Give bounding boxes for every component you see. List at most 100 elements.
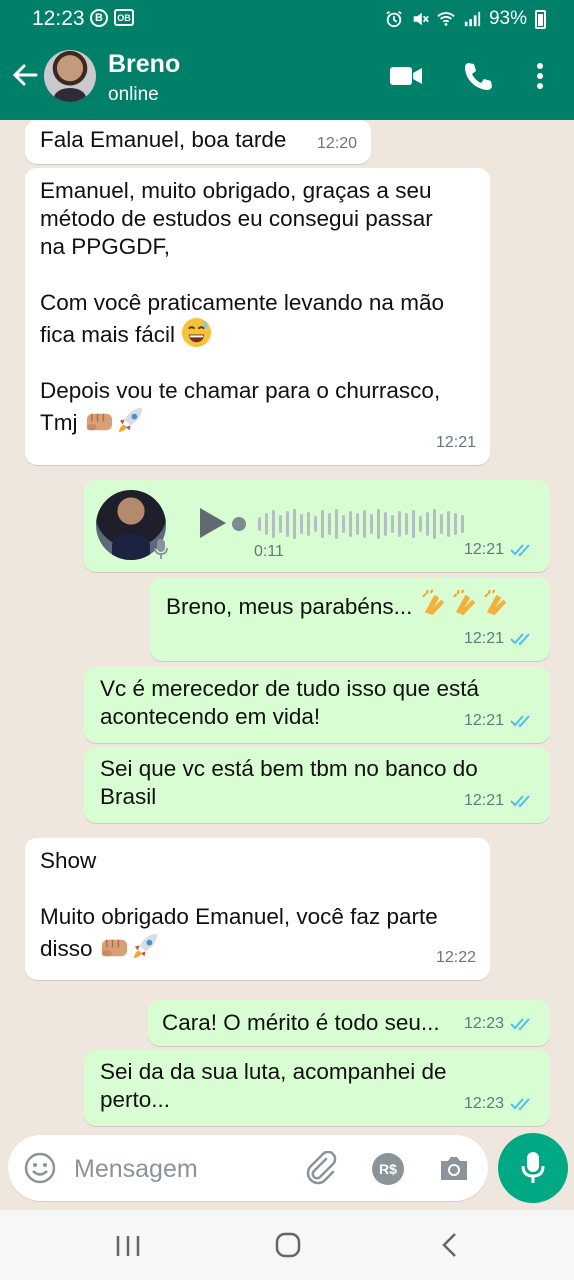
play-icon[interactable] xyxy=(196,506,228,540)
fist-bump-emoji-icon xyxy=(86,413,112,431)
read-receipt-icon xyxy=(510,1018,530,1031)
waveform-bar xyxy=(440,514,443,534)
time-label: 12:20 xyxy=(316,135,357,152)
waveform-bar xyxy=(461,515,464,533)
battery-percent: 93% xyxy=(488,8,527,29)
message-text: Cara! O mérito é todo seu... xyxy=(162,1010,440,1035)
message-time: 12:21 xyxy=(436,429,476,457)
waveform-bar xyxy=(314,516,317,532)
system-nav-bar xyxy=(0,1210,574,1280)
wifi-icon xyxy=(437,12,455,26)
camera-icon[interactable] xyxy=(438,1153,470,1183)
time-label: 12:21 xyxy=(435,434,476,451)
status-bar: 12:23 B OB 93% xyxy=(0,0,574,38)
message-time: 12:23 xyxy=(464,1010,536,1038)
time-label: 12:23 xyxy=(463,1015,504,1032)
waveform-bar xyxy=(321,510,324,538)
message-outgoing[interactable]: Sei que vc está bem tbm no banco do Bras… xyxy=(84,747,550,823)
waveform-bar xyxy=(370,514,373,534)
waveform-bar xyxy=(426,512,429,536)
waveform-bar xyxy=(265,513,268,535)
clapping-hands-emoji-icon xyxy=(421,589,444,616)
waveform-bar xyxy=(384,512,387,536)
chat-area[interactable]: Fala Emanuel, boa tarde 12:20 Emanuel, m… xyxy=(0,120,574,1132)
waveform-bar xyxy=(405,513,408,535)
video-call-icon[interactable] xyxy=(388,60,424,92)
read-receipt-icon xyxy=(510,633,530,646)
arrow-left-icon[interactable] xyxy=(10,60,40,90)
playback-position-icon[interactable] xyxy=(232,517,246,531)
clapping-hands-emoji-icon xyxy=(452,589,475,616)
mic-glyph-icon xyxy=(521,1152,545,1183)
waveform-bar xyxy=(412,510,415,538)
waveform-bar xyxy=(293,509,296,539)
time-label: 12:21 xyxy=(463,712,504,729)
message-incoming[interactable]: Emanuel, muito obrigado, graças a seu mé… xyxy=(25,168,490,465)
microphone-icon xyxy=(154,539,168,559)
voice-message-outgoing[interactable]: 0:11 12:21 xyxy=(84,480,550,572)
message-time: 12:21 xyxy=(464,625,536,653)
read-receipt-icon xyxy=(510,715,530,728)
time-label: 12:21 xyxy=(463,541,504,558)
alarm-icon xyxy=(386,11,402,28)
time-label: 12:23 xyxy=(463,1095,504,1112)
message-text: Vc é merecedor de tudo isso que está aco… xyxy=(100,676,479,729)
message-text: Show xyxy=(40,848,97,873)
voice-waveform[interactable] xyxy=(232,508,464,540)
message-time: 12:21 xyxy=(464,707,536,735)
status-right-icons: 93% xyxy=(385,8,546,30)
waveform-bar xyxy=(335,509,338,539)
b-notification-icon: B xyxy=(90,9,108,27)
clapping-hands-emoji-icon xyxy=(483,589,506,616)
battery-icon xyxy=(535,9,546,29)
waveform-bar xyxy=(300,514,303,534)
message-text: Sei que vc está bem tbm no banco do Bras… xyxy=(100,756,478,809)
waveform-bar xyxy=(419,516,422,532)
message-incoming[interactable]: Fala Emanuel, boa tarde 12:20 xyxy=(25,120,371,164)
time-label: 12:21 xyxy=(463,792,504,809)
message-outgoing[interactable]: Cara! O mérito é todo seu... 12:23 xyxy=(148,1000,550,1046)
home-icon[interactable] xyxy=(274,1230,302,1260)
status-time: 12:23 xyxy=(32,7,85,30)
message-incoming[interactable]: Show Muito obrigado Emanuel, você faz pa… xyxy=(25,838,490,980)
waveform-bar xyxy=(342,515,345,533)
paperclip-icon[interactable] xyxy=(304,1151,338,1185)
message-input[interactable] xyxy=(72,1147,296,1191)
message-time: 12:22 xyxy=(436,944,476,972)
recent-apps-icon[interactable] xyxy=(114,1230,142,1260)
waveform-bar xyxy=(272,510,275,538)
time-label: 12:22 xyxy=(435,949,476,966)
waveform-bar xyxy=(377,509,380,539)
message-text: Breno, meus parabéns... xyxy=(166,594,413,619)
waveform-bar xyxy=(286,511,289,537)
message-text: Emanuel, muito obrigado, graças a seu mé… xyxy=(40,178,444,347)
rocket-emoji-icon xyxy=(133,933,157,959)
message-time: 12:21 xyxy=(464,787,536,815)
payment-icon[interactable]: R$ xyxy=(372,1153,404,1185)
microphone-icon[interactable] xyxy=(498,1133,568,1203)
more-vertical-icon[interactable] xyxy=(532,60,548,92)
mute-icon xyxy=(413,12,429,26)
message-outgoing[interactable]: Breno, meus parabéns... 12:21 xyxy=(150,577,550,661)
read-receipt-icon xyxy=(510,795,530,808)
read-receipt-icon xyxy=(510,544,530,557)
waveform-bar xyxy=(328,513,331,535)
waveform-bar xyxy=(349,511,352,537)
waveform-bar xyxy=(454,513,457,535)
avatar[interactable] xyxy=(44,50,96,102)
time-label: 12:21 xyxy=(463,630,504,647)
message-outgoing[interactable]: Vc é merecedor de tudo isso que está aco… xyxy=(84,667,550,743)
read-receipt-icon xyxy=(510,1098,530,1111)
emoji-icon[interactable] xyxy=(24,1152,56,1184)
contact-status: online xyxy=(108,84,159,105)
message-time: 12:20 xyxy=(317,130,357,158)
waveform-bar xyxy=(363,510,366,538)
message-text: Sei da da sua luta, acompanhei de perto.… xyxy=(100,1059,447,1112)
phone-icon[interactable] xyxy=(462,60,492,92)
contact-name[interactable]: Breno xyxy=(108,50,180,79)
message-outgoing[interactable]: Sei da da sua luta, acompanhei de perto.… xyxy=(84,1050,550,1126)
waveform-bar xyxy=(398,511,401,537)
nav-back-icon[interactable] xyxy=(438,1230,462,1260)
notification-box-icon: OB xyxy=(114,9,134,26)
waveform-bar xyxy=(279,515,282,533)
